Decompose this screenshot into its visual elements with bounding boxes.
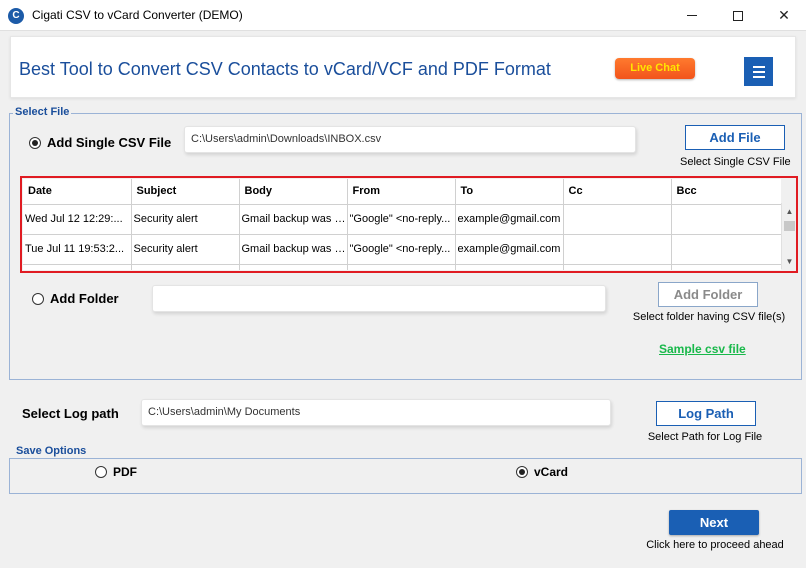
csv-preview-grid: Date Subject Body From To Cc Bcc Wed Jul… [20, 176, 798, 273]
table-row[interactable]: Wed Jul 12 12:29:... Security alert Gmai… [23, 204, 781, 235]
table-cell: Gmail backup was g... [239, 204, 348, 235]
csv-preview-table: Date Subject Body From To Cc Bcc Wed Jul… [23, 179, 781, 270]
header-banner: Best Tool to Convert CSV Contacts to vCa… [10, 36, 796, 98]
minimize-icon [687, 15, 697, 16]
pdf-label: PDF [113, 465, 137, 479]
vcard-label: vCard [534, 465, 569, 479]
maximize-icon [733, 10, 743, 21]
scroll-thumb[interactable] [784, 221, 795, 231]
radio-unchecked-icon [32, 292, 44, 305]
sample-csv-link[interactable]: Sample csv file [659, 342, 746, 356]
title-bar: C Cigati CSV to vCard Converter (DEMO) ✕ [0, 0, 806, 31]
radio-checked-icon [29, 136, 41, 149]
select-file-legend: Select File [13, 106, 72, 118]
close-icon: ✕ [778, 7, 790, 23]
hamburger-icon [752, 65, 765, 68]
log-path-hint: Select Path for Log File [647, 431, 763, 443]
table-cell [563, 204, 672, 235]
close-button[interactable]: ✕ [761, 0, 806, 31]
add-folder-hint: Select folder having CSV file(s) [632, 311, 786, 323]
table-row[interactable]: Tue Jul 11 19:53:2... Security alert Gma… [23, 234, 781, 265]
column-header[interactable]: Date [23, 179, 132, 205]
table-header-row: Date Subject Body From To Cc Bcc [23, 179, 781, 205]
live-chat-button[interactable]: Live Chat [615, 58, 695, 79]
table-cell: Security alert [131, 204, 240, 235]
page-title: Best Tool to Convert CSV Contacts to vCa… [19, 59, 551, 79]
table-cell: Security alert [131, 234, 240, 265]
vcard-radio[interactable]: vCard [516, 465, 568, 479]
table-cell [671, 204, 781, 235]
log-path-label: Select Log path [22, 406, 119, 421]
log-path-button[interactable]: Log Path [656, 401, 756, 426]
maximize-button[interactable] [715, 0, 761, 31]
column-header[interactable]: Cc [563, 179, 672, 205]
app-logo-icon: C [8, 8, 24, 24]
table-cell: example@gmail.com [455, 234, 564, 265]
table-cell: Gmail backup was g... [239, 234, 348, 265]
add-single-csv-radio[interactable]: Add Single CSV File [29, 135, 171, 150]
next-button[interactable]: Next [669, 510, 759, 535]
table-row[interactable] [23, 264, 781, 270]
scroll-down-icon[interactable]: ▼ [782, 255, 797, 269]
add-file-hint: Select Single CSV File [680, 156, 791, 168]
radio-unchecked-icon [95, 466, 107, 478]
table-cell: "Google" <no-reply... [347, 204, 456, 235]
grid-vertical-scrollbar[interactable]: ▲ ▼ [781, 203, 796, 269]
window-title: Cigati CSV to vCard Converter (DEMO) [32, 8, 243, 22]
save-options-legend: Save Options [14, 445, 89, 457]
radio-checked-icon [516, 466, 528, 478]
table-cell [563, 234, 672, 265]
add-folder-label: Add Folder [50, 291, 119, 306]
add-file-button[interactable]: Add File [685, 125, 785, 150]
column-header[interactable]: From [347, 179, 456, 205]
menu-button[interactable] [744, 57, 773, 86]
scroll-up-icon[interactable]: ▲ [782, 205, 797, 219]
column-header[interactable]: Body [239, 179, 348, 205]
add-folder-radio[interactable]: Add Folder [32, 291, 119, 306]
log-path-input[interactable]: C:\Users\admin\My Documents [141, 399, 611, 426]
minimize-button[interactable] [669, 0, 715, 31]
column-header[interactable]: To [455, 179, 564, 205]
folder-path-input[interactable] [152, 285, 606, 312]
column-header[interactable]: Subject [131, 179, 240, 205]
table-cell [671, 234, 781, 265]
add-folder-button[interactable]: Add Folder [658, 282, 758, 307]
add-single-csv-label: Add Single CSV File [47, 135, 172, 150]
table-cell: example@gmail.com [455, 204, 564, 235]
pdf-radio[interactable]: PDF [95, 465, 137, 479]
column-header[interactable]: Bcc [671, 179, 781, 205]
next-hint: Click here to proceed ahead [646, 539, 784, 551]
table-cell: Tue Jul 11 19:53:2... [23, 234, 132, 265]
table-cell: "Google" <no-reply... [347, 234, 456, 265]
csv-path-input[interactable]: C:\Users\admin\Downloads\INBOX.csv [184, 126, 636, 153]
table-cell: Wed Jul 12 12:29:... [23, 204, 132, 235]
